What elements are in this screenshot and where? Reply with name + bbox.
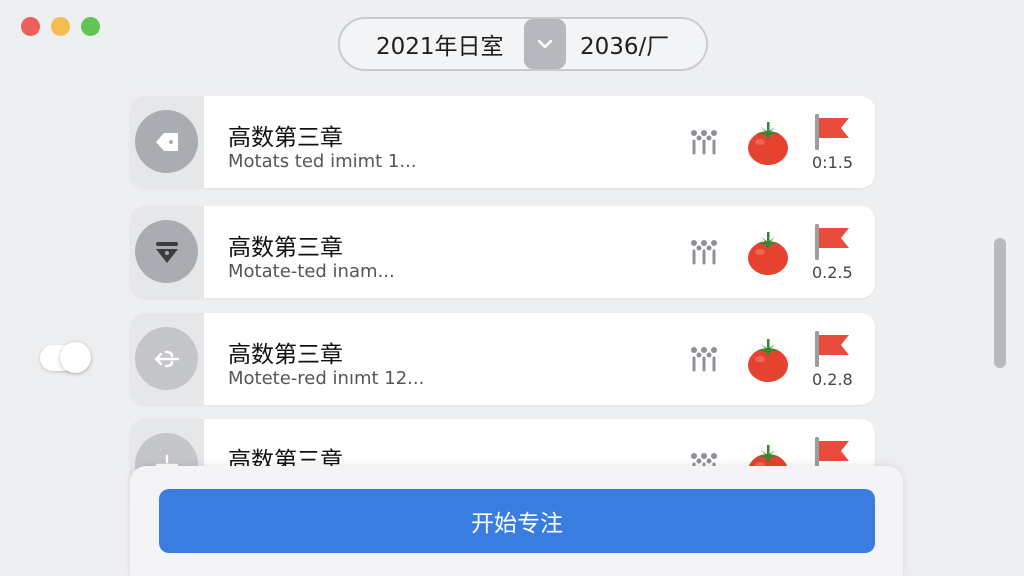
tomato-icon[interactable] [746, 335, 790, 383]
task-title: 高数第三章 [228, 235, 343, 261]
task-row[interactable]: 高数第三章 Motete-red inımt 12... 0.2.8 [130, 313, 875, 405]
task-value: 0.2.8 [812, 370, 853, 389]
sliders-icon[interactable] [690, 129, 718, 155]
task-thumbnail [130, 313, 204, 405]
toggle-switch[interactable] [40, 342, 91, 373]
minimize-window-button[interactable] [51, 17, 70, 36]
task-row[interactable]: 高数第三章 Motate-ted inam... 0.2.5 [130, 206, 875, 298]
task-thumbnail [130, 96, 204, 188]
selector-dropdown-button[interactable] [524, 19, 566, 69]
task-icon-circle [135, 220, 198, 283]
app-window: 2021年日室 2036/厂 高数第三章 Motats ted imimt 1.… [0, 0, 1024, 576]
vertical-scrollbar[interactable] [994, 238, 1006, 368]
close-window-button[interactable] [21, 17, 40, 36]
pen-nib-icon [155, 241, 178, 263]
zoom-window-button[interactable] [81, 17, 100, 36]
swap-arrow-icon [154, 350, 179, 367]
date-range-selector[interactable]: 2021年日室 2036/厂 [338, 17, 708, 71]
toggle-knob[interactable] [60, 342, 91, 373]
footer-panel: 开始专注 [130, 466, 903, 576]
task-value: 0.2.5 [812, 263, 853, 282]
selector-left-label: 2021年日室 [376, 34, 504, 60]
flag-icon[interactable] [813, 331, 853, 367]
sliders-icon[interactable] [690, 239, 718, 265]
tomato-icon[interactable] [746, 118, 790, 166]
start-focus-button[interactable]: 开始专注 [159, 489, 875, 553]
tag-icon [155, 132, 178, 151]
task-value: 0:1.5 [812, 153, 854, 172]
window-controls [21, 17, 100, 36]
flag-icon[interactable] [813, 114, 853, 150]
task-row[interactable]: 高数第三章 Motats ted imimt 1... 0:1.5 [130, 96, 875, 188]
task-subtitle: Motete-red inımt 12... [228, 368, 425, 389]
task-icon-circle [135, 327, 198, 390]
task-thumbnail [130, 206, 204, 298]
sliders-icon[interactable] [690, 346, 718, 372]
task-subtitle: Motats ted imimt 1... [228, 151, 417, 172]
tomato-icon[interactable] [746, 228, 790, 276]
flag-icon[interactable] [813, 224, 853, 260]
task-subtitle: Motate-ted inam... [228, 261, 395, 282]
selector-right-label: 2036/厂 [580, 34, 670, 60]
chevron-down-icon [537, 39, 553, 49]
task-title: 高数第三章 [228, 342, 343, 368]
task-title: 高数第三章 [228, 125, 343, 151]
task-icon-circle [135, 110, 198, 173]
